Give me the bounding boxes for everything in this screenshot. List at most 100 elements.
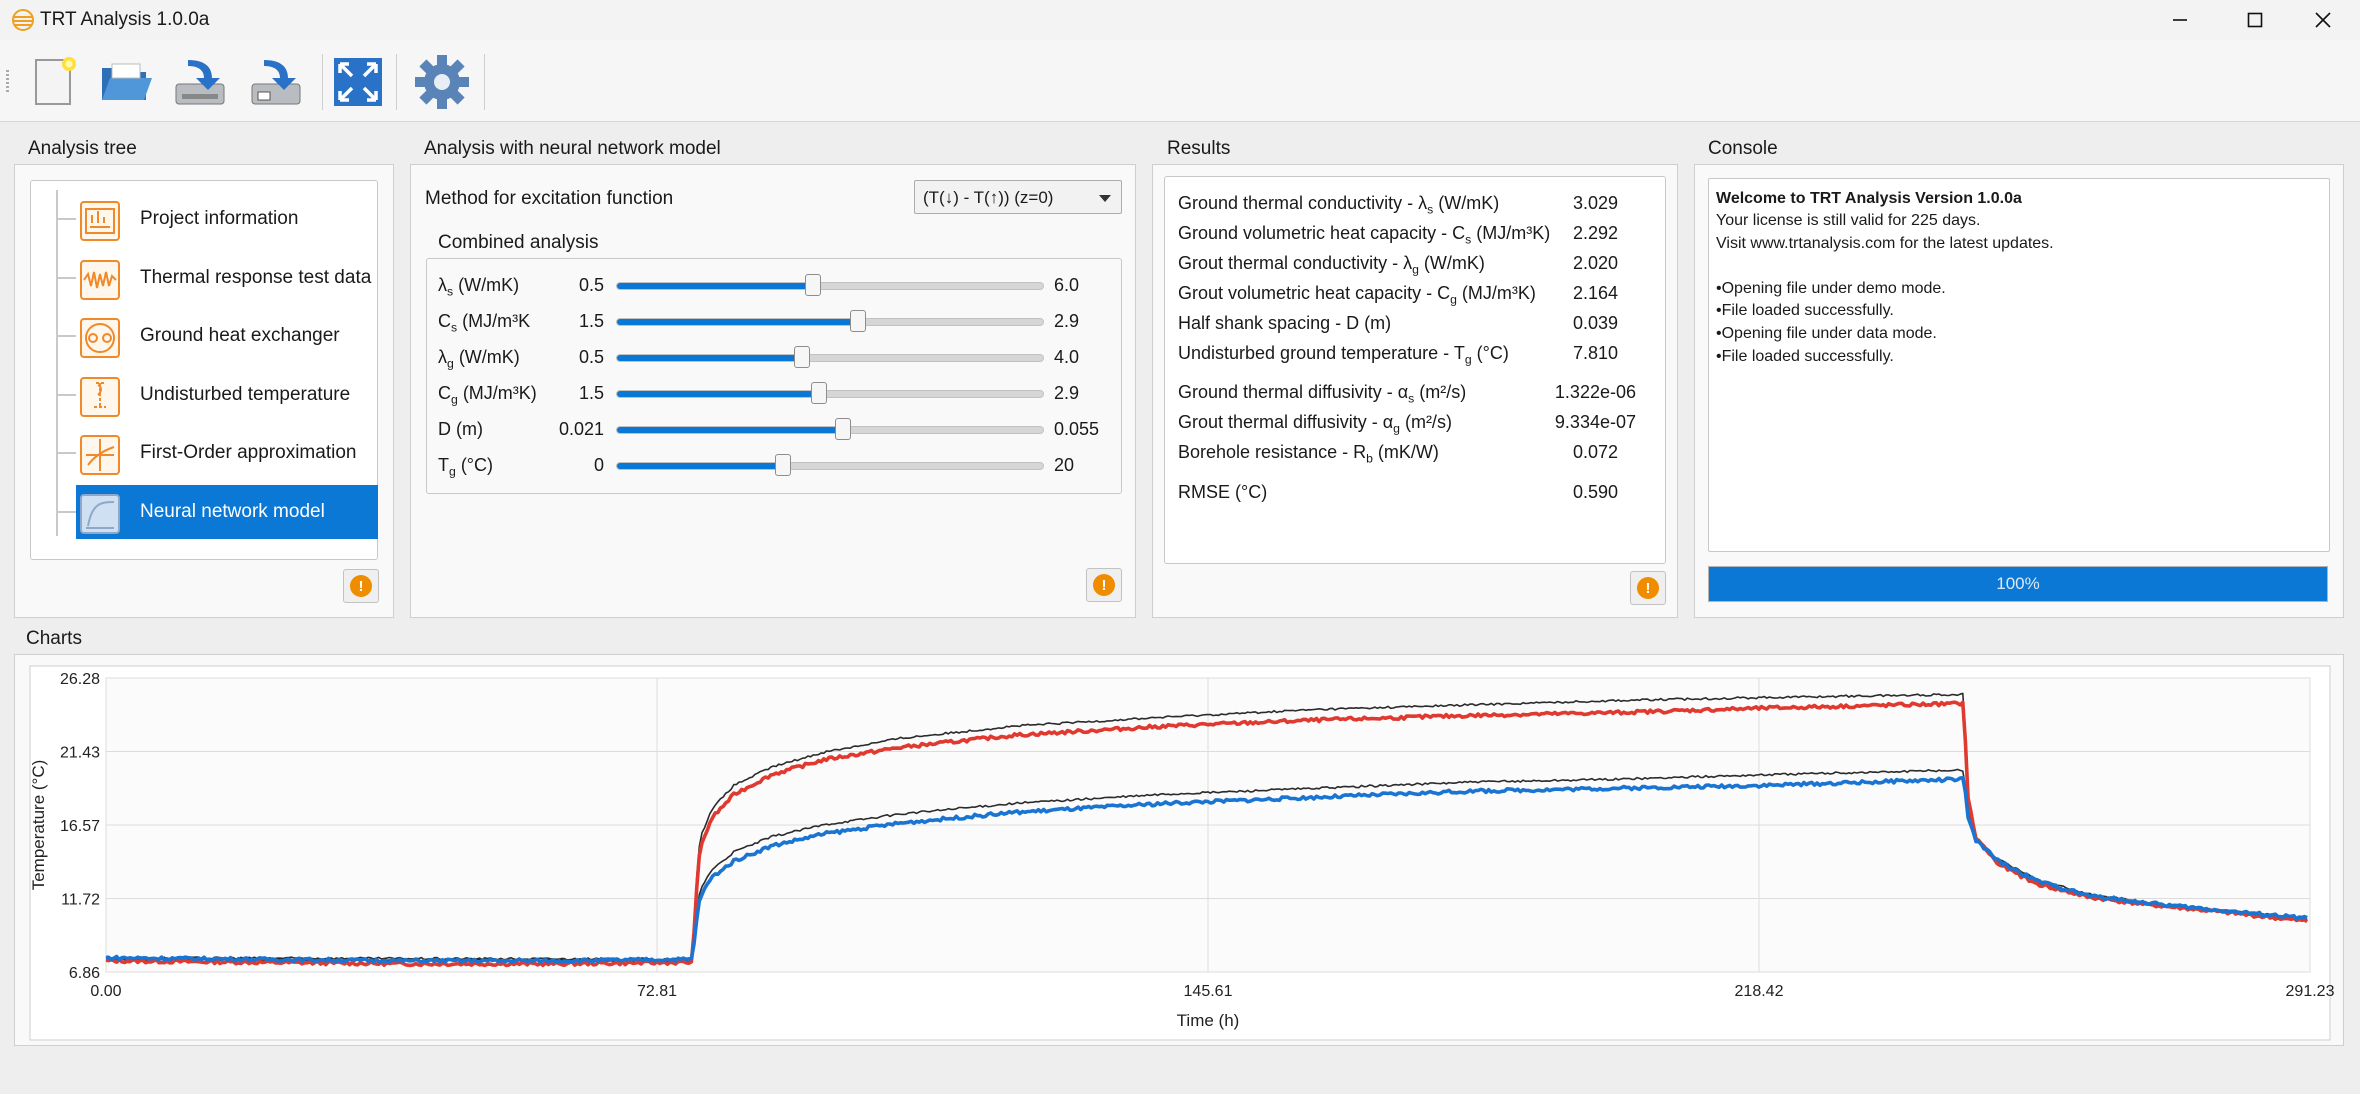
x-tick-label: 145.61: [1184, 983, 1233, 1000]
toolbar-separator: [396, 54, 397, 110]
slider-thumb[interactable]: [775, 454, 792, 476]
slider-track[interactable]: [616, 382, 1044, 404]
tree-item[interactable]: Ground heat exchanger: [50, 309, 380, 363]
result-label-text: Grout thermal conductivity - λ: [1178, 253, 1413, 273]
progress-bar: 100%: [1708, 566, 2328, 602]
result-label: Ground thermal diffusivity - αs (m²/s): [1178, 382, 1466, 406]
result-row: Grout thermal conductivity - λg (W/mK) 2.…: [1178, 253, 1628, 281]
folder-open-icon: [102, 63, 152, 100]
console-line: •File loaded successfully.: [1716, 347, 1894, 365]
slider-unit: (W/mK): [453, 347, 520, 367]
maximize-button[interactable]: [2225, 0, 2285, 40]
app-logo-icon: [12, 9, 34, 31]
toolbar-separator: [484, 54, 485, 110]
tree-branch: [58, 452, 76, 454]
x-tick-label: 218.42: [1735, 983, 1784, 1000]
tree-branch: [58, 276, 76, 279]
result-unit: (°C): [1471, 343, 1509, 363]
tree-branch: [58, 218, 76, 220]
fullscreen-icon: [334, 58, 382, 106]
slider-max: 4.0: [1054, 347, 1080, 367]
x-axis-label: Time (h): [1177, 1011, 1240, 1030]
slider-thumb[interactable]: [849, 310, 866, 332]
result-subscript: g: [1412, 262, 1419, 277]
charts-title: Charts: [26, 628, 82, 649]
slider-symbol: C: [438, 311, 451, 331]
minimize-icon: [2173, 19, 2187, 21]
result-value: 3.029: [1572, 193, 1618, 213]
slider-min: 1.5: [578, 311, 604, 331]
slider-track[interactable]: [616, 310, 1044, 332]
slider-thumb[interactable]: [794, 346, 810, 368]
slider-label: λs (W/mK): [438, 275, 519, 299]
import-button[interactable]: [168, 50, 232, 114]
new-project-button[interactable]: [22, 50, 86, 114]
slider-max: 2.9: [1054, 311, 1080, 331]
slider-thumb[interactable]: [804, 274, 821, 296]
result-label-text: RMSE (°C): [1178, 482, 1268, 502]
project-icon: [80, 201, 120, 241]
tree-item[interactable]: Project information: [50, 192, 380, 246]
slider-thumb[interactable]: [811, 382, 828, 404]
console-line: Your license is still valid for 225 days…: [1716, 212, 1981, 229]
slider-thumb[interactable]: [834, 418, 851, 440]
console-line: •Opening file under data mode.: [1716, 325, 1937, 342]
console-heading: Welcome to TRT Analysis Version 1.0.0a: [1716, 190, 2022, 207]
signal-icon: [80, 259, 120, 300]
tree-item[interactable]: First-Order approximation: [50, 426, 380, 480]
tree-item-label: Thermal response test data: [140, 266, 372, 288]
open-button[interactable]: [94, 50, 158, 114]
thermometer-icon: [80, 376, 120, 417]
result-row: Ground thermal diffusivity - αs (m²/s) 1.…: [1178, 382, 1636, 410]
slider-fill: [617, 463, 784, 469]
slider-max: 6.0: [1054, 275, 1080, 295]
y-tick-label: 6.86: [69, 965, 100, 982]
tree-item-label: First-Order approximation: [140, 442, 357, 463]
minimize-button[interactable]: [2150, 0, 2210, 40]
tree-item[interactable]: Undisturbed temperature: [50, 368, 380, 422]
method-select[interactable]: (T(↓) - T(↑)) (z=0): [914, 180, 1122, 214]
tree-item[interactable]: Neural network model: [76, 484, 378, 539]
slider-symbol: λ: [438, 347, 447, 367]
result-label-text: Ground thermal diffusivity - α: [1178, 382, 1409, 402]
result-label: Half shank spacing - D (m): [1178, 313, 1391, 334]
result-label: RMSE (°C): [1178, 482, 1267, 503]
fit-view-button[interactable]: [326, 50, 390, 114]
result-subscript: g: [1393, 421, 1400, 436]
close-button[interactable]: [2293, 0, 2353, 40]
slider-track[interactable]: [616, 274, 1044, 296]
result-label-text: Undisturbed ground temperature - T: [1178, 343, 1465, 363]
tree-warning-button[interactable]: !: [343, 569, 379, 603]
slider-track[interactable]: [616, 454, 1044, 476]
nn-warning-button[interactable]: !: [1086, 568, 1122, 602]
toolbar-grip[interactable]: [6, 70, 9, 94]
tree-item[interactable]: Thermal response test data: [50, 251, 380, 305]
progress-label: 100%: [1996, 574, 2040, 593]
temperature-chart[interactable]: 0.00 72.81 145.61 218.42 291.23 6.86 11.72 16.5…: [14, 654, 2344, 1046]
settings-button[interactable]: [410, 50, 474, 114]
results-warning-button[interactable]: !: [1630, 571, 1666, 605]
result-unit: (MJ/m³K): [1456, 283, 1536, 303]
slider-track[interactable]: [616, 346, 1044, 368]
result-row: RMSE (°C) 0.590: [1178, 482, 1628, 510]
new-file-icon: [35, 57, 76, 105]
slider-fill: [617, 427, 843, 433]
slider-track[interactable]: [616, 418, 1044, 440]
result-label-text: Ground volumetric heat capacity - C: [1178, 223, 1466, 243]
result-value: 1.322e-06: [1554, 382, 1636, 402]
result-label: Borehole resistance - Rb (mK/W): [1178, 442, 1439, 466]
method-select-value: (T(↓) - T(↑)) (z=0): [923, 188, 1054, 207]
result-label: Grout thermal conductivity - λg (W/mK): [1178, 253, 1485, 277]
slider-max: 2.9: [1054, 383, 1080, 403]
parameter-slider-row: D (m) 0.021 0.055: [428, 415, 1108, 445]
result-label: Undisturbed ground temperature - Tg (°C): [1178, 343, 1509, 367]
y-tick-label: 16.57: [60, 818, 100, 835]
tree-item-label: Neural network model: [140, 500, 325, 522]
y-axis-label: Temperature (°C): [29, 760, 48, 891]
result-row: Ground thermal conductivity - λs (W/mK) 3…: [1178, 193, 1628, 221]
result-value: 0.590: [1572, 482, 1618, 502]
export-button[interactable]: [244, 50, 308, 114]
result-row: Grout volumetric heat capacity - Cg (MJ/…: [1178, 283, 1628, 311]
x-tick-label: 0.00: [90, 983, 121, 1000]
console-line: Visit www.trtanalysis.com for the latest…: [1716, 234, 2054, 252]
